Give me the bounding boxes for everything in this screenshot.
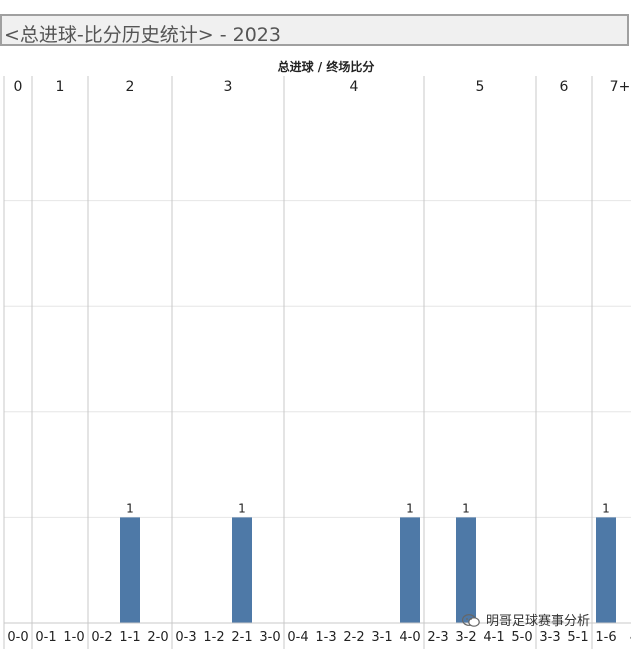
watermark-text: 明哥足球赛事分析 — [486, 614, 591, 629]
data-label: 1 — [602, 501, 610, 515]
data-label: 1 — [462, 501, 470, 515]
bar — [456, 517, 476, 623]
tick-label: 4-0 — [399, 630, 420, 645]
tick-label: 0-3 — [175, 630, 196, 645]
tick-label: 0-0 — [7, 630, 28, 645]
bar — [596, 517, 616, 623]
tick-label: 1-6 — [595, 630, 616, 645]
axis-title: 总进球 / 终场比分 — [278, 59, 375, 74]
data-label: 1 — [238, 501, 246, 515]
tick-label: 4-1 — [483, 630, 504, 645]
watermark: 明哥足球赛事分析 — [462, 610, 590, 629]
group-label: 6 — [560, 79, 569, 95]
tick-label: 0-4 — [287, 630, 308, 645]
tick-label: 3-2 — [455, 630, 476, 645]
tick-label: 1-3 — [315, 630, 336, 645]
tick-label: 0-2 — [91, 630, 112, 645]
tick-label: 5-0 — [511, 630, 532, 645]
group-label: 2 — [126, 79, 135, 95]
wechat-icon — [462, 614, 480, 627]
data-label: 1 — [126, 501, 134, 515]
group-label: 1 — [56, 79, 65, 95]
tick-label: 3-0 — [259, 630, 280, 645]
bar — [400, 517, 420, 623]
bar — [232, 517, 252, 623]
group-label: 3 — [224, 79, 233, 95]
tick-label: 2-3 — [427, 630, 448, 645]
tick-label: 2-1 — [231, 630, 252, 645]
tick-label: 3-3 — [539, 630, 560, 645]
score-bar-chart: 总进球 / 终场比分 0 0-0 1 0-1 1-0 2 0-2 1 1-1 2-0 3 0-3 1-2 1… — [3, 59, 631, 649]
group-label: 7+ — [610, 79, 631, 95]
group-label: 5 — [476, 79, 485, 95]
tick-label: 0-1 — [35, 630, 56, 645]
bar — [120, 517, 140, 623]
tick-label: 1-1 — [119, 630, 140, 645]
tick-label: 1-2 — [203, 630, 224, 645]
tick-label: 2-0 — [147, 630, 168, 645]
tick-label: 1-0 — [63, 630, 84, 645]
data-label: 1 — [406, 501, 414, 515]
group-label: 4 — [350, 79, 359, 95]
tick-label: 5-1 — [567, 630, 588, 645]
tick-label: 3-1 — [371, 630, 392, 645]
tick-label: 2-2 — [343, 630, 364, 645]
group-label: 0 — [14, 79, 23, 95]
